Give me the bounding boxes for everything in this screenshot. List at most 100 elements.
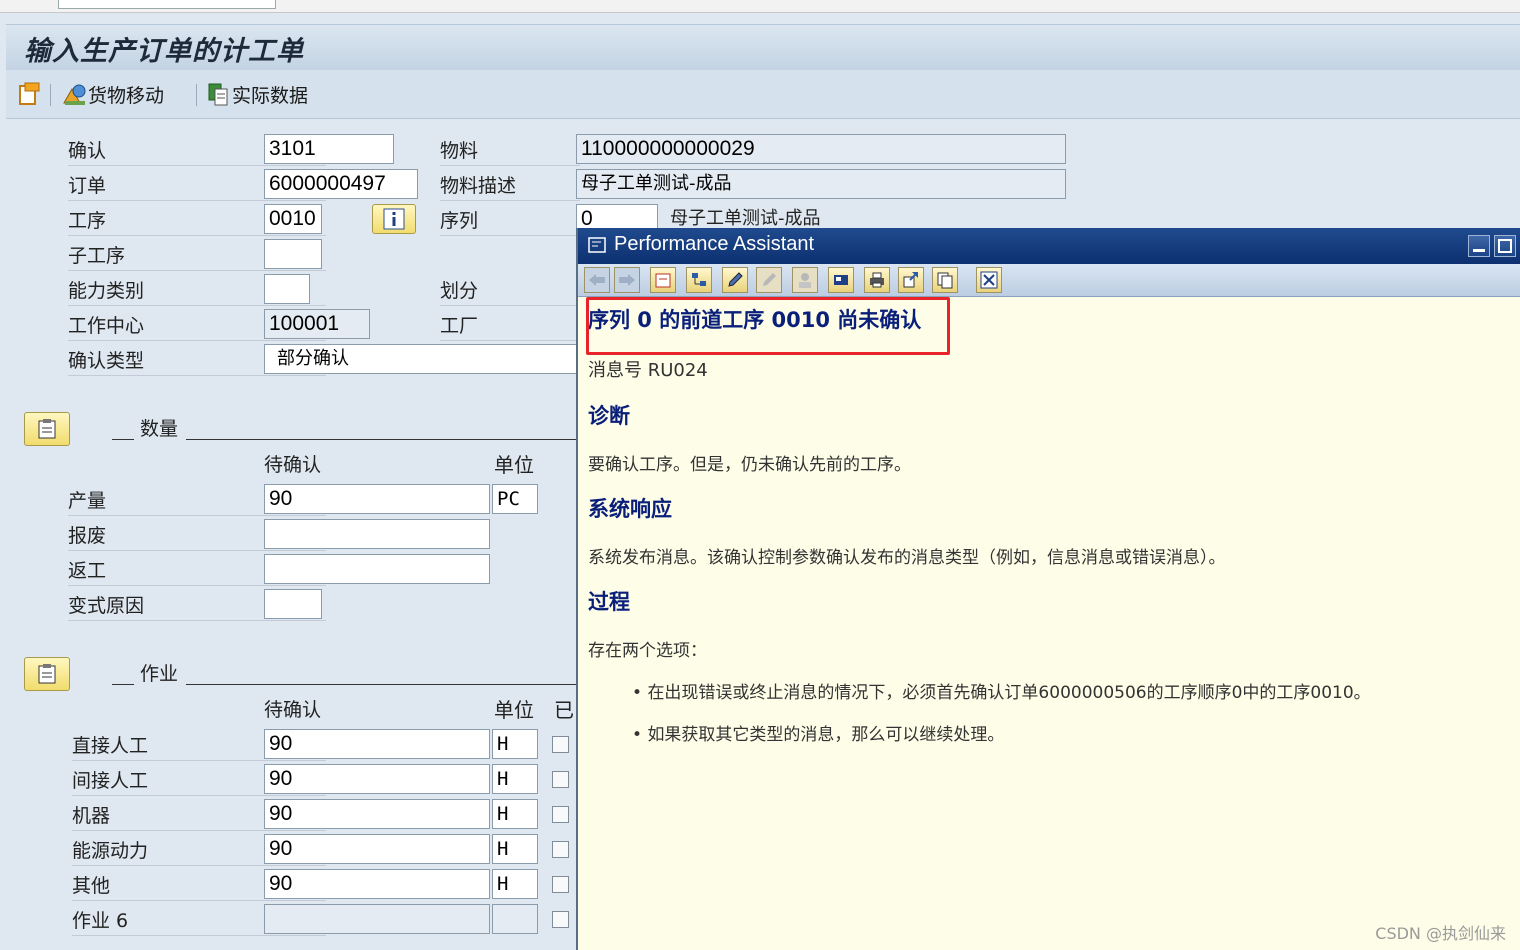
goods-movement-icon [63, 84, 86, 105]
pa-message-number: 消息号 RU024 [588, 360, 708, 381]
quantities-col-to-confirm: 待确认 [264, 454, 322, 476]
activity-unit-field[interactable]: H [492, 764, 538, 794]
confirmation-type-field[interactable]: 部分确认 [264, 344, 584, 374]
user-icon [799, 273, 811, 288]
quantity-row-input[interactable] [264, 519, 490, 549]
work-center-field[interactable]: 100001 [264, 309, 370, 339]
pa-toolbar [578, 264, 1520, 297]
goods-movement-label: 货物移动 [88, 84, 165, 107]
copy-icon [937, 272, 953, 289]
activities-section-title: 作业 [140, 663, 179, 685]
activity-row-input[interactable]: 90 [264, 869, 490, 899]
quantity-row-input[interactable] [264, 554, 490, 584]
clipboard-icon [38, 419, 56, 439]
forward-arrow-icon [619, 274, 635, 286]
activity-unit-field[interactable] [492, 904, 538, 934]
pencil-disabled-icon [763, 273, 776, 286]
maximize-icon [1498, 239, 1512, 253]
operation-info-button[interactable] [372, 204, 416, 234]
goods-movement-button[interactable]: 货物移动 [62, 80, 164, 108]
activity-final-checkbox[interactable] [552, 911, 569, 928]
activity-final-checkbox[interactable] [552, 876, 569, 893]
printer-icon [870, 272, 884, 288]
pa-title-bar: Performance Assistant [578, 228, 1520, 264]
quantity-row-input[interactable] [264, 589, 322, 619]
edit-disabled-button[interactable] [756, 267, 782, 293]
material-field[interactable]: 110000000000029 [576, 134, 1066, 164]
split-label: 划分 [440, 276, 580, 306]
activity-unit-field[interactable]: H [492, 869, 538, 899]
pa-bullet-1-text: 在出现错误或终止消息的情况下，必须首先确认订单6000000506的工序顺序0中… [647, 683, 1371, 703]
back-button[interactable] [584, 267, 610, 293]
sub-operation-field[interactable] [264, 239, 322, 269]
command-field[interactable] [58, 0, 276, 9]
user-button[interactable] [792, 267, 818, 293]
technical-info-icon [655, 273, 671, 288]
structure-icon [692, 273, 706, 286]
pa-system-response-title: 系统响应 [588, 497, 672, 521]
activity-row-input[interactable] [264, 904, 490, 934]
quantities-section-button[interactable] [24, 412, 70, 446]
copy-button[interactable] [932, 267, 958, 293]
pa-title: Performance Assistant [614, 233, 815, 255]
structure-button[interactable] [686, 267, 712, 293]
pa-procedure-title: 过程 [588, 590, 630, 614]
minimize-icon [1473, 249, 1485, 252]
pencil-icon [728, 272, 743, 287]
document-icon [19, 82, 40, 105]
sequence-label: 序列 [440, 206, 580, 236]
export-icon [903, 272, 918, 288]
display-button[interactable] [828, 267, 854, 293]
quantities-col-unit: 单位 [494, 453, 534, 477]
capacity-category-field[interactable] [264, 274, 310, 304]
help-window-icon [588, 237, 606, 253]
confirmation-field[interactable]: 3101 [264, 134, 394, 164]
watermark: CSDN @执剑仙来 [1375, 924, 1506, 943]
close-icon [980, 271, 998, 289]
quantities-section-title: 数量 [140, 418, 179, 440]
plant-label: 工厂 [440, 311, 580, 341]
activity-row-input[interactable]: 90 [264, 799, 490, 829]
pa-procedure-text: 存在两个选项： [588, 641, 707, 661]
pa-diagnosis-title: 诊断 [588, 404, 630, 428]
activities-col-unit: 单位 [494, 698, 534, 722]
activities-col-to-confirm: 待确认 [264, 699, 322, 721]
application-toolbar: 货物移动 实际数据 [6, 70, 1520, 119]
quantity-unit-field[interactable]: PC [492, 484, 538, 514]
actual-data-label: 实际数据 [232, 84, 309, 107]
maximize-button[interactable] [1494, 235, 1516, 257]
material-description-field[interactable]: 母子工单测试-成品 [576, 169, 1066, 199]
pa-diagnosis-text: 要确认工序。但是，仍未确认先前的工序。 [588, 455, 911, 475]
activity-unit-field[interactable]: H [492, 729, 538, 759]
activity-unit-field[interactable]: H [492, 799, 538, 829]
activity-unit-field[interactable]: H [492, 834, 538, 864]
activity-row-input[interactable]: 90 [264, 834, 490, 864]
edit-button[interactable] [722, 267, 748, 293]
activities-section-button[interactable] [24, 657, 70, 691]
new-document-button[interactable] [16, 80, 42, 108]
activity-row-input[interactable]: 90 [264, 764, 490, 794]
forward-button[interactable] [614, 267, 640, 293]
quantity-row-input[interactable]: 90 [264, 484, 490, 514]
material-description-label: 物料描述 [440, 171, 580, 201]
system-toolbar-strip [0, 0, 1520, 13]
page-title: 输入生产订单的计工单 [24, 36, 304, 67]
pa-bullet-2-text: 如果获取其它类型的消息，那么可以继续处理。 [647, 725, 1005, 745]
activity-final-checkbox[interactable] [552, 806, 569, 823]
clipboard-icon [38, 664, 56, 684]
info-icon [383, 208, 405, 230]
pa-bullet-1: • 在出现错误或终止消息的情况下，必须首先确认订单6000000506的工序顺序… [632, 683, 1371, 703]
actual-data-button[interactable]: 实际数据 [206, 80, 308, 108]
export-button[interactable] [898, 267, 924, 293]
activity-final-checkbox[interactable] [552, 736, 569, 753]
print-button[interactable] [864, 267, 890, 293]
operation-field[interactable]: 0010 [264, 204, 322, 234]
activity-final-checkbox[interactable] [552, 841, 569, 858]
technical-info-button[interactable] [650, 267, 676, 293]
highlight-box [586, 297, 950, 355]
activity-row-input[interactable]: 90 [264, 729, 490, 759]
activity-final-checkbox[interactable] [552, 771, 569, 788]
close-pa-button[interactable] [976, 267, 1002, 293]
order-field[interactable]: 6000000497 [264, 169, 418, 199]
minimize-button[interactable] [1468, 235, 1490, 257]
